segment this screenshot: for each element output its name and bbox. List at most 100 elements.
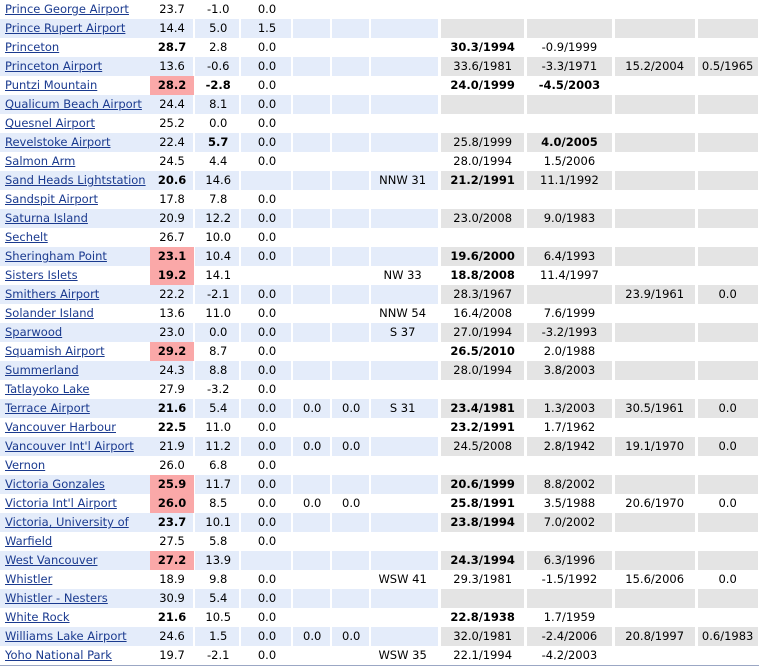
station-link[interactable]: Victoria Int'l Airport bbox=[5, 496, 117, 510]
cell-rec_low: -3.3/1971 bbox=[525, 57, 614, 76]
highlighted-value: 28.2 bbox=[150, 76, 194, 95]
station-link[interactable]: White Rock bbox=[5, 610, 70, 624]
cell-min_temp: -1.0 bbox=[195, 0, 242, 19]
cell-rec_high: 23.2/1991 bbox=[439, 418, 526, 437]
cell-rec_snow bbox=[696, 513, 759, 532]
cell-value: 21.6 bbox=[157, 610, 187, 624]
cell-value: 20.6/1999 bbox=[450, 477, 515, 491]
cell-rec_low: 7.0/2002 bbox=[525, 513, 614, 532]
cell-value: 21.6 bbox=[157, 401, 187, 415]
cell-max_temp: 21.9 bbox=[148, 437, 196, 456]
station-link[interactable]: Prince George Airport bbox=[5, 2, 129, 16]
station-link[interactable]: Sisters Islets bbox=[5, 268, 78, 282]
station-link[interactable]: Terrace Airport bbox=[5, 401, 90, 415]
station-link[interactable]: Salmon Arm bbox=[5, 154, 75, 168]
cell-wind_dir_speed: NW 33 bbox=[370, 266, 440, 285]
station-link[interactable]: Whistler - Nesters bbox=[5, 591, 108, 605]
station-link[interactable]: Vancouver Int'l Airport bbox=[5, 439, 134, 453]
cell-rain: 0.0 bbox=[241, 608, 293, 627]
station-link[interactable]: Qualicum Beach Airport bbox=[5, 97, 142, 111]
station-link[interactable]: West Vancouver bbox=[5, 553, 98, 567]
cell-rec_snow bbox=[696, 0, 759, 19]
cell-rec_snow bbox=[696, 532, 759, 551]
record-band bbox=[527, 228, 612, 247]
record-band: 21.2/1991 bbox=[441, 171, 525, 190]
record-band: 0.0 bbox=[697, 399, 758, 418]
station-link[interactable]: Solander Island bbox=[5, 306, 94, 320]
record-band: 7.0/2002 bbox=[527, 513, 612, 532]
cell-wind_dir_speed bbox=[370, 532, 440, 551]
station-link[interactable]: Warfield bbox=[5, 534, 52, 548]
station-link[interactable]: Tatlayoko Lake bbox=[5, 382, 89, 396]
cell-snow bbox=[292, 228, 332, 247]
station-link[interactable]: Princeton bbox=[5, 40, 59, 54]
cell-snow_depth bbox=[331, 171, 371, 190]
cell-snow_depth bbox=[331, 152, 371, 171]
cell-value: 0.0 bbox=[257, 135, 277, 149]
station-link[interactable]: Victoria Gonzales bbox=[5, 477, 105, 491]
station-link[interactable]: Saturna Island bbox=[5, 211, 88, 225]
cell-wind_dir_speed bbox=[370, 152, 440, 171]
cell-rec_rain bbox=[613, 266, 697, 285]
cell-max_temp: 27.2 bbox=[148, 551, 196, 570]
cell-wind_dir_speed: S 31 bbox=[370, 399, 440, 418]
station-link[interactable]: Victoria, University of bbox=[5, 515, 129, 529]
station-link[interactable]: Quesnel Airport bbox=[5, 116, 95, 130]
cell-max_temp: 24.3 bbox=[148, 361, 196, 380]
cell-max_temp: 22.5 bbox=[148, 418, 196, 437]
station-link[interactable]: Whistler bbox=[5, 572, 52, 586]
cell-value: 10.1 bbox=[205, 515, 232, 529]
cell-rec_rain: 30.5/1961 bbox=[613, 399, 697, 418]
cell-value: 0.0 bbox=[303, 401, 322, 415]
cell-value: 23.0 bbox=[159, 325, 185, 339]
cell-rain: 0.0 bbox=[241, 380, 293, 399]
station-link[interactable]: Williams Lake Airport bbox=[5, 629, 127, 643]
station-link[interactable]: Smithers Airport bbox=[5, 287, 99, 301]
cell-max_temp: 28.7 bbox=[148, 38, 196, 57]
cell-value: 0.0 bbox=[209, 116, 228, 130]
station-link[interactable]: Prince Rupert Airport bbox=[5, 21, 125, 35]
cell-snow_depth: 0.0 bbox=[331, 627, 371, 646]
cell-min_temp: 0.0 bbox=[195, 114, 242, 133]
station-link[interactable]: Vernon bbox=[5, 458, 45, 472]
cell-value: 1.3/2003 bbox=[543, 401, 596, 415]
station-link[interactable]: Sparwood bbox=[5, 325, 62, 339]
cell-value: 20.6/1970 bbox=[625, 496, 685, 510]
station-link[interactable]: Sheringham Point bbox=[5, 249, 107, 263]
station-link[interactable]: Sandspit Airport bbox=[5, 192, 98, 206]
cell-snow_depth bbox=[331, 532, 371, 551]
cell-max_temp: 27.5 bbox=[148, 532, 196, 551]
cell-max_temp: 25.2 bbox=[148, 114, 196, 133]
cell-value: 8.8/2002 bbox=[543, 477, 596, 491]
cell-value: 10.4 bbox=[205, 249, 232, 263]
station-name-cell: White Rock bbox=[0, 608, 149, 627]
cell-max_temp: 28.2 bbox=[148, 76, 196, 95]
cell-rec_high: 26.5/2010 bbox=[439, 342, 526, 361]
station-link[interactable]: Sechelt bbox=[5, 230, 48, 244]
record-band: 15.6/2006 bbox=[614, 570, 695, 589]
cell-rec_snow bbox=[696, 646, 759, 666]
station-link[interactable]: Vancouver Harbour bbox=[5, 420, 116, 434]
cell-rec_rain bbox=[613, 304, 697, 323]
cell-value: 0.0 bbox=[257, 610, 277, 624]
station-link[interactable]: Sand Heads Lightstation bbox=[5, 173, 146, 187]
station-link[interactable]: Summerland bbox=[5, 363, 79, 377]
cell-snow_depth bbox=[331, 551, 371, 570]
cell-value: 23.7 bbox=[159, 2, 185, 16]
station-link[interactable]: Squamish Airport bbox=[5, 344, 105, 358]
cell-max_temp: 13.6 bbox=[148, 304, 196, 323]
cell-rain: 0.0 bbox=[241, 152, 293, 171]
cell-value: 24.5/2008 bbox=[453, 439, 513, 453]
record-band: 16.4/2008 bbox=[441, 304, 525, 323]
station-link[interactable]: Yoho National Park bbox=[5, 648, 112, 662]
station-link[interactable]: Princeton Airport bbox=[5, 59, 102, 73]
station-name-cell: Vernon bbox=[0, 456, 149, 475]
cell-snow bbox=[292, 589, 332, 608]
table-row: Terrace Airport 21.6 5.4 0.0 0.0 0.0 S 31 23.4/… bbox=[0, 399, 759, 418]
cell-rec_rain bbox=[613, 608, 697, 627]
station-link[interactable]: Revelstoke Airport bbox=[5, 135, 111, 149]
cell-value: 0.5/1965 bbox=[701, 59, 754, 73]
station-link[interactable]: Puntzi Mountain bbox=[5, 78, 97, 92]
cell-wind_dir_speed bbox=[370, 475, 440, 494]
cell-snow bbox=[292, 95, 332, 114]
